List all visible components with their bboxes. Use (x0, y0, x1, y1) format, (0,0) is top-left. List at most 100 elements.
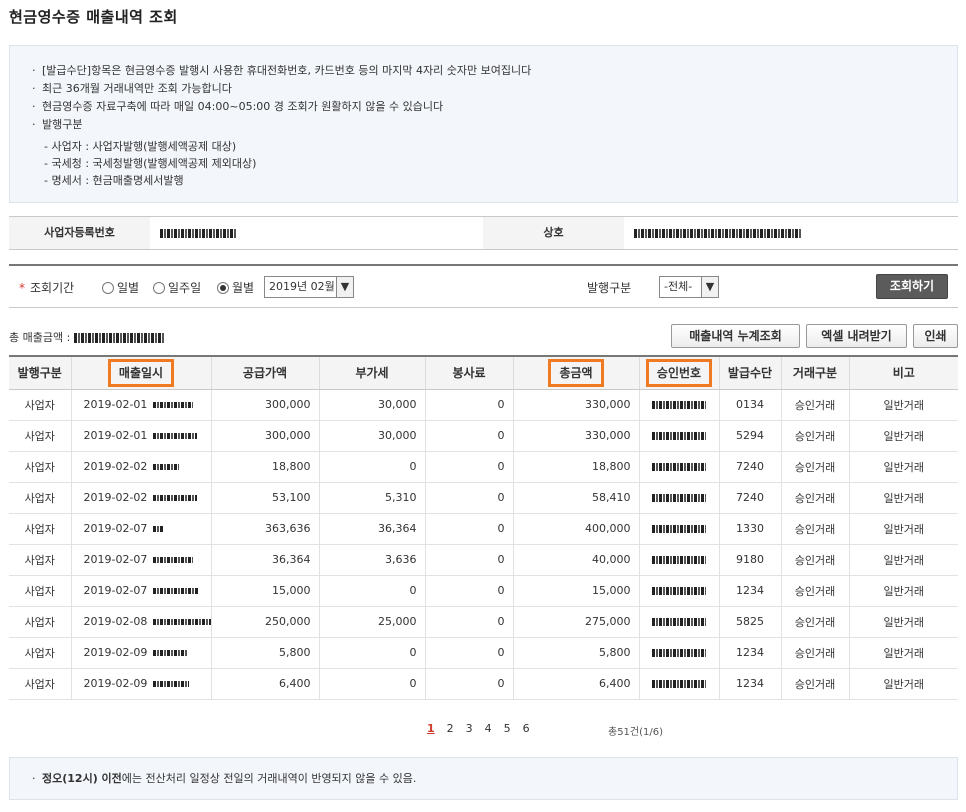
cell-vat: 0 (318, 637, 425, 669)
cell-approval-number (638, 606, 719, 638)
radio-monthly[interactable]: 월별 (217, 279, 254, 296)
cell-issue-type: 사업자 (9, 389, 71, 421)
cell-note: 일반거래 (848, 420, 958, 452)
cell-supply-amount: 18,800 (210, 451, 319, 483)
cell-vat: 5,310 (318, 482, 425, 514)
page-link[interactable]: 6 (523, 722, 530, 735)
sales-date: 2019-02-01 (83, 429, 148, 442)
masked-time (153, 650, 188, 656)
cell-sales-datetime: 2019-02-08 (70, 606, 211, 638)
masked-approval-number (652, 494, 706, 502)
cell-sales-datetime: 2019-02-07 (70, 575, 211, 607)
masked-text (634, 228, 802, 238)
notice-line: · 현금영수증 자료구축에 따라 매일 04:00~05:00 경 조회가 원활하… (32, 100, 444, 113)
cell-service-fee: 0 (424, 575, 513, 607)
page-link[interactable]: 5 (504, 722, 511, 735)
highlight-box: 총금액 (548, 358, 604, 387)
cell-trade-type: 승인거래 (780, 544, 849, 576)
masked-time (153, 588, 200, 594)
sales-date: 2019-02-02 (83, 460, 148, 473)
page-link[interactable]: 3 (466, 722, 473, 735)
cell-issue-type: 사업자 (9, 575, 71, 607)
cell-issue-type: 사업자 (9, 420, 71, 452)
footer-bold: 정오(12시) 이전 (42, 772, 122, 785)
sales-date: 2019-02-08 (83, 615, 148, 628)
sales-table: 발행구분 매출일시 공급가액 부가세 봉사료 총금액 승인번호 발급수단 거래구… (9, 355, 958, 700)
cell-total-amount: 400,000 (512, 513, 639, 545)
table-row: 사업자 2019-02-02 53,100 5,310 0 58,410 7240 승인거래 일… (9, 482, 958, 514)
cell-issue-type: 사업자 (9, 606, 71, 638)
print-button[interactable]: 인쇄 (913, 324, 958, 348)
cell-total-amount: 330,000 (512, 389, 639, 421)
cell-service-fee: 0 (424, 420, 513, 452)
total-sales: 총 매출금액 : (9, 329, 164, 345)
masked-text (160, 228, 236, 238)
masked-time (153, 619, 211, 625)
cell-note: 일반거래 (848, 389, 958, 421)
cell-approval-number (638, 544, 719, 576)
cell-issue-means: 5825 (718, 606, 781, 638)
table-row: 사업자 2019-02-07 36,364 3,636 0 40,000 9180 승인거래 일… (9, 544, 958, 576)
cell-total-amount: 58,410 (512, 482, 639, 514)
page-link[interactable]: 2 (447, 722, 454, 735)
cell-trade-type: 승인거래 (780, 575, 849, 607)
page-link[interactable]: 1 (427, 722, 435, 735)
notice-line: · 발행구분 (32, 118, 83, 131)
sales-date: 2019-02-09 (83, 677, 148, 690)
search-button[interactable]: 조회하기 (876, 274, 948, 299)
cell-total-amount: 18,800 (512, 451, 639, 483)
cell-note: 일반거래 (848, 513, 958, 545)
cell-approval-number (638, 668, 719, 700)
notice-box: · [발급수단]항목은 현금영수증 발행시 사용한 휴대전화번호, 카드번호 등의… (9, 45, 958, 203)
cell-supply-amount: 36,364 (210, 544, 319, 576)
cell-service-fee: 0 (424, 544, 513, 576)
masked-approval-number (652, 401, 706, 409)
page-link[interactable]: 4 (485, 722, 492, 735)
cell-issue-means: 1234 (718, 575, 781, 607)
cell-note: 일반거래 (848, 482, 958, 514)
radio-icon (153, 282, 165, 294)
table-row: 사업자 2019-02-01 300,000 30,000 0 330,000 5294 승인… (9, 420, 958, 452)
table-header-row: 발행구분 매출일시 공급가액 부가세 봉사료 총금액 승인번호 발급수단 거래구… (9, 355, 958, 390)
business-info-table: 사업자등록번호 상호 (9, 216, 958, 250)
page-title: 현금영수증 매출내역 조회 (9, 8, 178, 26)
radio-weekly[interactable]: 일주일 (153, 279, 201, 296)
cell-service-fee: 0 (424, 513, 513, 545)
footer-text: 에는 전산처리 일정상 전일의 거래내역이 반영되지 않을 수 있음. (121, 772, 417, 785)
cell-total-amount: 40,000 (512, 544, 639, 576)
excel-download-button[interactable]: 엑셀 내려받기 (806, 324, 907, 348)
issue-type-select[interactable]: -전체- ▼ (659, 276, 719, 298)
masked-total-value (73, 333, 164, 343)
col-header: 공급가액 (210, 355, 319, 390)
company-label: 상호 (483, 217, 624, 249)
table-row: 사업자 2019-02-07 15,000 0 0 15,000 1234 승인거래 일반거래 (9, 575, 958, 607)
table-row: 사업자 2019-02-01 300,000 30,000 0 330,000 0134 승인… (9, 389, 958, 421)
biz-no-value (150, 217, 483, 249)
cell-approval-number (638, 389, 719, 421)
cell-supply-amount: 363,636 (210, 513, 319, 545)
cell-note: 일반거래 (848, 668, 958, 700)
cell-issue-type: 사업자 (9, 513, 71, 545)
masked-time (153, 464, 180, 470)
highlight-box: 매출일시 (107, 358, 175, 387)
cell-vat: 30,000 (318, 389, 425, 421)
notice-sub-line: - 명세서 : 현금매출명세서발행 (44, 174, 184, 187)
cell-sales-datetime: 2019-02-07 (70, 513, 211, 545)
sales-date: 2019-02-02 (83, 491, 148, 504)
cell-sales-datetime: 2019-02-01 (70, 420, 211, 452)
month-select[interactable]: 2019년 02월 ▼ (264, 276, 354, 298)
cell-sales-datetime: 2019-02-09 (70, 668, 211, 700)
cell-note: 일반거래 (848, 451, 958, 483)
cumulative-query-button[interactable]: 매출내역 누계조회 (671, 324, 800, 348)
cell-issue-type: 사업자 (9, 544, 71, 576)
col-header: 발행구분 (9, 355, 71, 390)
cell-service-fee: 0 (424, 451, 513, 483)
sales-date: 2019-02-01 (83, 398, 148, 411)
col-header: 비고 (848, 355, 958, 390)
cell-approval-number (638, 420, 719, 452)
cell-sales-datetime: 2019-02-09 (70, 637, 211, 669)
search-bar: * 조회기간 일별 일주일 월별 2019년 02월 ▼ 발행구분 -전체- ▼ 조회… (9, 264, 958, 308)
cell-sales-datetime: 2019-02-02 (70, 482, 211, 514)
radio-daily[interactable]: 일별 (102, 279, 139, 296)
cell-trade-type: 승인거래 (780, 637, 849, 669)
